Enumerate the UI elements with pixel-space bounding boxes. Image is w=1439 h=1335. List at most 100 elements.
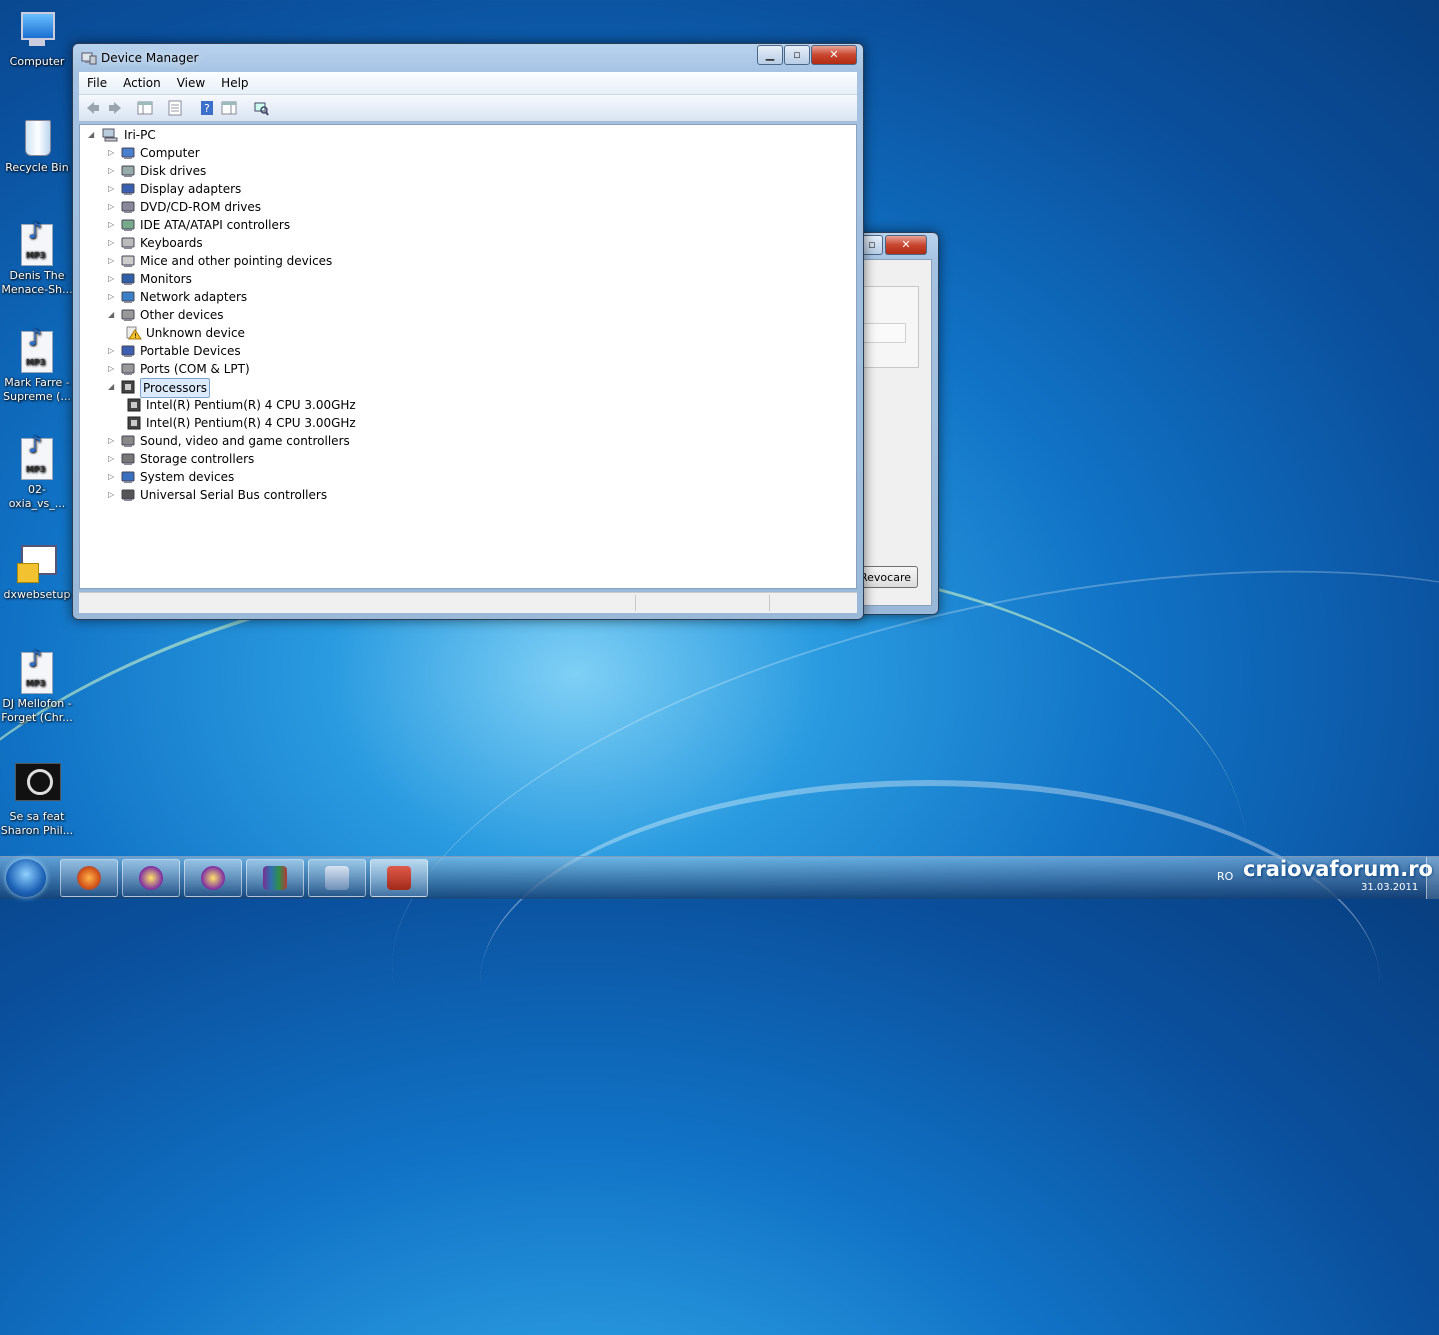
show-desktop-button[interactable] (1426, 857, 1439, 899)
desktop-icon-mp3[interactable]: 02-oxia_vs_... (0, 436, 74, 511)
action-pane-icon[interactable] (221, 100, 237, 116)
desktop-icon-label: DJ Mellofon - Forget (Chr... (1, 697, 73, 724)
expand-arrow-icon[interactable]: ▷ (108, 486, 118, 504)
close-button[interactable]: ✕ (811, 45, 857, 65)
desktop-icon-label: Computer (9, 55, 65, 68)
expand-arrow-icon[interactable]: ▷ (108, 270, 118, 288)
tree-item-label-selected: Processors (140, 378, 211, 398)
expand-arrow-icon[interactable]: ▷ (108, 216, 118, 234)
expand-arrow-icon[interactable]: ▷ (108, 468, 118, 486)
recycle-bin-icon (15, 114, 59, 158)
expand-arrow-icon[interactable]: ▷ (108, 162, 118, 180)
desktop-icon-video[interactable]: Se sa feat Sharon Phil... (0, 763, 74, 838)
collapse-arrow-icon[interactable]: ◢ (108, 378, 118, 396)
desktop-icon-label: Mark Farre - Supreme (... (3, 376, 71, 403)
computer-icon (102, 128, 118, 142)
maximize-button[interactable]: ▫ (784, 45, 810, 65)
warning-icon: ! (126, 326, 142, 340)
menu-view[interactable]: View (169, 72, 213, 90)
device-manager-icon (81, 52, 97, 65)
expand-arrow-icon[interactable]: ▷ (108, 288, 118, 306)
expand-arrow-icon[interactable]: ▷ (108, 180, 118, 198)
tree-item-label: Display adapters (140, 182, 242, 196)
expand-arrow-icon[interactable]: ▷ (108, 342, 118, 360)
taskbar-app-yahoo-messenger[interactable] (184, 859, 242, 897)
scan-hardware-icon[interactable] (253, 100, 269, 116)
desktop-icon-mp3[interactable]: Mark Farre - Supreme (... (0, 329, 74, 404)
expand-arrow-icon[interactable]: ▷ (108, 198, 118, 216)
svg-text:?: ? (204, 102, 210, 115)
expand-arrow-icon[interactable]: ▷ (108, 450, 118, 468)
mp3-file-icon (21, 331, 53, 373)
cancel-button-label: Revocare (860, 571, 911, 584)
mp3-file-icon (21, 438, 53, 480)
mp3-file-icon (21, 652, 53, 694)
desktop-icon-computer[interactable]: Computer (0, 8, 74, 69)
language-indicator[interactable]: RO (1217, 870, 1233, 883)
tree-item-label: Disk drives (140, 164, 207, 178)
mp3-file-icon (21, 224, 53, 266)
tree-item-label: Portable Devices (140, 344, 241, 358)
desktop-icon-label: 02-oxia_vs_... (8, 483, 66, 510)
expand-arrow-icon[interactable]: ▷ (108, 252, 118, 270)
processor-icon (126, 398, 142, 412)
dialog-close-button[interactable]: ✕ (885, 235, 927, 255)
usb-icon (120, 488, 136, 502)
expand-arrow-icon[interactable]: ▷ (108, 432, 118, 450)
yahoo-messenger-icon (201, 866, 225, 890)
taskbar: RO craiovaforum.ro 31.03.2011 (0, 856, 1439, 899)
tree-item-label: Keyboards (140, 236, 203, 250)
desktop-icon-label: Se sa feat Sharon Phil... (0, 810, 74, 837)
expand-arrow-icon[interactable]: ▷ (108, 144, 118, 162)
processor-icon (126, 416, 142, 430)
desktop-icon-label: Denis The Menace-Sh... (1, 269, 73, 296)
taskbar-app-installer[interactable] (308, 859, 366, 897)
network-icon (120, 290, 136, 304)
winrar-icon (263, 866, 287, 890)
desktop-icon-setup[interactable]: dxwebsetup (0, 541, 74, 602)
desktop-icon-mp3[interactable]: DJ Mellofon - Forget (Chr... (0, 650, 74, 725)
show-hide-console-tree-icon[interactable] (137, 100, 153, 116)
clock-date[interactable]: 31.03.2011 (1361, 882, 1418, 893)
desktop-icon-recycle[interactable]: Recycle Bin (0, 114, 74, 175)
tree-item-label: Mice and other pointing devices (140, 254, 333, 268)
monitor-icon (120, 272, 136, 286)
menu-bar: File Action View Help (79, 72, 857, 95)
tree-item-label: Ports (COM & LPT) (140, 362, 250, 376)
setup-icon (15, 541, 59, 585)
start-button[interactable] (6, 859, 46, 897)
collapse-arrow-icon[interactable]: ◢ (108, 306, 118, 324)
yahoo-messenger-icon (139, 866, 163, 890)
menu-file[interactable]: File (79, 72, 115, 90)
taskbar-app-winrar[interactable] (246, 859, 304, 897)
other-devices-icon (120, 308, 136, 322)
taskbar-app-toolbox[interactable] (370, 859, 428, 897)
desktop-icon-label: dxwebsetup (3, 588, 71, 601)
mouse-icon (120, 254, 136, 268)
port-icon (120, 362, 136, 376)
taskbar-app-yahoo-messenger[interactable] (122, 859, 180, 897)
menu-help[interactable]: Help (213, 72, 256, 90)
portable-icon (120, 344, 136, 358)
dialog-maximize-button[interactable]: ▫ (861, 235, 883, 255)
title-bar[interactable]: Device Manager ▁ ▫ ✕ (73, 44, 863, 70)
help-icon[interactable]: ? (199, 100, 215, 116)
back-icon[interactable] (85, 100, 101, 116)
taskbar-app-firefox[interactable] (60, 859, 118, 897)
collapse-arrow-icon[interactable]: ◢ (88, 126, 98, 144)
menu-action[interactable]: Action (115, 72, 169, 90)
toolbar: ? (79, 95, 857, 122)
minimize-button[interactable]: ▁ (757, 45, 783, 65)
properties-icon[interactable] (167, 100, 183, 116)
tree-item-label: DVD/CD-ROM drives (140, 200, 262, 214)
device-tree: ◢ Iri-PC ▷ Computer ▷ Disk drives ▷ Display a… (79, 124, 857, 589)
desktop-icon-mp3[interactable]: Denis The Menace-Sh... (0, 222, 74, 297)
expand-arrow-icon[interactable]: ▷ (108, 234, 118, 252)
ide-icon (120, 218, 136, 232)
installer-icon (325, 866, 349, 890)
expand-arrow-icon[interactable]: ▷ (108, 360, 118, 378)
forward-icon[interactable] (107, 100, 123, 116)
computer-icon (120, 146, 136, 160)
svg-text:!: ! (134, 332, 137, 340)
status-divider (635, 595, 636, 611)
